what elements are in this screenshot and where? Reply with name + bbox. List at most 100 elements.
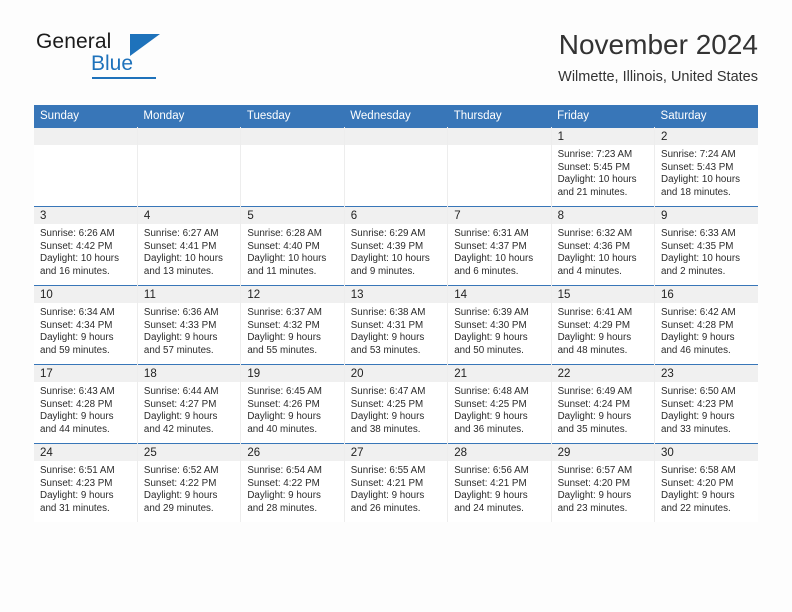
calendar-day-cell[interactable]: 16 Sunrise: 6:42 AM Sunset: 4:28 PM Dayligh… <box>654 285 758 365</box>
sunrise-text: Sunrise: 6:29 AM <box>350 228 426 239</box>
sunrise-text: Sunrise: 6:54 AM <box>247 465 322 476</box>
calendar-day-cell[interactable]: 27 Sunrise: 6:55 AM Sunset: 4:21 PM Dayligh… <box>344 443 449 522</box>
daylight-text: Daylight: 9 hours and 53 minutes. <box>350 332 425 356</box>
weekday-header-saturday: Saturday <box>654 105 758 128</box>
calendar-day-cell[interactable]: 25 Sunrise: 6:52 AM Sunset: 4:22 PM Dayligh… <box>137 443 242 522</box>
calendar-day-cell[interactable]: 7 Sunrise: 6:31 AM Sunset: 4:37 PM Daylight… <box>447 206 552 286</box>
calendar-day-cell[interactable]: 1 Sunrise: 7:23 AM Sunset: 5:45 PM Daylight… <box>551 127 656 207</box>
calendar-day-cell[interactable]: 13 Sunrise: 6:38 AM Sunset: 4:31 PM Dayligh… <box>344 285 449 365</box>
calendar-day-cell[interactable]: 24 Sunrise: 6:51 AM Sunset: 4:23 PM Dayligh… <box>34 443 138 522</box>
day-number: 8 <box>551 207 655 224</box>
calendar-day-cell[interactable]: 21 Sunrise: 6:48 AM Sunset: 4:25 PM Dayligh… <box>447 364 552 444</box>
sunset-text: Sunset: 4:32 PM <box>247 319 320 331</box>
calendar-day-cell[interactable]: 29 Sunrise: 6:57 AM Sunset: 4:20 PM Dayligh… <box>551 443 656 522</box>
logo-text-blue: Blue <box>91 52 134 75</box>
day-number: 30 <box>655 444 758 461</box>
weekday-header-tuesday: Tuesday <box>240 105 345 128</box>
day-number: 16 <box>655 286 758 303</box>
day-number: 4 <box>137 207 241 224</box>
sunrise-text: Sunrise: 6:45 AM <box>247 386 322 397</box>
day-number: 28 <box>448 444 551 461</box>
sunrise-text: Sunrise: 7:24 AM <box>661 149 736 160</box>
daylight-text: Daylight: 9 hours and 42 minutes. <box>143 411 218 435</box>
calendar-day-cell-empty <box>240 127 345 207</box>
calendar-day-cell[interactable]: 26 Sunrise: 6:54 AM Sunset: 4:22 PM Dayligh… <box>240 443 345 522</box>
day-details: Sunrise: 6:42 AM Sunset: 4:28 PM Daylight:… <box>655 303 758 357</box>
day-details: Sunrise: 7:24 AM Sunset: 5:43 PM Daylight:… <box>655 145 758 199</box>
daylight-text: Daylight: 10 hours and 2 minutes. <box>661 253 740 277</box>
day-number: 13 <box>344 286 448 303</box>
triangle-icon <box>130 34 160 56</box>
calendar-day-cell[interactable]: 8 Sunrise: 6:32 AM Sunset: 4:36 PM Daylight… <box>551 206 656 286</box>
calendar-day-cell[interactable]: 22 Sunrise: 6:49 AM Sunset: 4:24 PM Dayligh… <box>551 364 656 444</box>
sunset-text: Sunset: 4:36 PM <box>557 240 631 252</box>
day-details: Sunrise: 6:49 AM Sunset: 4:24 PM Daylight:… <box>552 382 654 436</box>
daylight-text: Daylight: 9 hours and 57 minutes. <box>143 332 218 356</box>
sunrise-text: Sunrise: 6:33 AM <box>661 228 736 239</box>
day-details: Sunrise: 6:27 AM Sunset: 4:41 PM Daylight:… <box>138 224 240 278</box>
calendar-day-cell[interactable]: 30 Sunrise: 6:58 AM Sunset: 4:20 PM Dayligh… <box>654 443 758 522</box>
day-details: Sunrise: 7:23 AM Sunset: 5:45 PM Daylight:… <box>552 145 654 199</box>
sunset-text: Sunset: 4:27 PM <box>143 398 217 410</box>
calendar-day-cell[interactable]: 11 Sunrise: 6:36 AM Sunset: 4:33 PM Dayligh… <box>137 285 242 365</box>
daylight-text: Daylight: 9 hours and 36 minutes. <box>454 411 528 435</box>
calendar-day-cell[interactable]: 2 Sunrise: 7:24 AM Sunset: 5:43 PM Daylight… <box>654 127 758 207</box>
daylight-text: Daylight: 9 hours and 31 minutes. <box>40 490 114 514</box>
day-details: Sunrise: 6:57 AM Sunset: 4:20 PM Daylight:… <box>552 461 654 515</box>
sunrise-text: Sunrise: 6:26 AM <box>40 228 115 239</box>
day-details: Sunrise: 6:48 AM Sunset: 4:25 PM Daylight:… <box>448 382 550 436</box>
daylight-text: Daylight: 9 hours and 29 minutes. <box>143 490 218 514</box>
sunset-text: Sunset: 4:31 PM <box>350 319 424 331</box>
daylight-text: Daylight: 10 hours and 18 minutes. <box>661 174 740 198</box>
day-details: Sunrise: 6:36 AM Sunset: 4:33 PM Daylight:… <box>138 303 240 357</box>
calendar-day-cell[interactable]: 23 Sunrise: 6:50 AM Sunset: 4:23 PM Dayligh… <box>654 364 758 444</box>
weekday-header-wednesday: Wednesday <box>344 105 448 128</box>
calendar-day-cell[interactable]: 18 Sunrise: 6:44 AM Sunset: 4:27 PM Dayligh… <box>137 364 242 444</box>
daylight-text: Daylight: 9 hours and 23 minutes. <box>557 490 632 514</box>
sunrise-text: Sunrise: 6:48 AM <box>454 386 529 397</box>
day-number: 20 <box>344 365 448 382</box>
calendar-day-cell[interactable]: 19 Sunrise: 6:45 AM Sunset: 4:26 PM Dayligh… <box>240 364 345 444</box>
sunset-text: Sunset: 4:21 PM <box>454 477 527 489</box>
day-details: Sunrise: 6:45 AM Sunset: 4:26 PM Daylight:… <box>241 382 343 436</box>
calendar-day-cell[interactable]: 9 Sunrise: 6:33 AM Sunset: 4:35 PM Daylight… <box>654 206 758 286</box>
logo-underline <box>92 77 156 79</box>
daylight-text: Daylight: 9 hours and 35 minutes. <box>557 411 632 435</box>
sunrise-text: Sunrise: 6:38 AM <box>350 307 426 318</box>
calendar-day-cell[interactable]: 17 Sunrise: 6:43 AM Sunset: 4:28 PM Dayligh… <box>34 364 138 444</box>
sunset-text: Sunset: 4:23 PM <box>40 477 113 489</box>
sunset-text: Sunset: 5:43 PM <box>661 161 734 173</box>
calendar-day-cell[interactable]: 28 Sunrise: 6:56 AM Sunset: 4:21 PM Dayligh… <box>447 443 552 522</box>
location-subtitle: Wilmette, Illinois, United States <box>558 69 758 85</box>
sunset-text: Sunset: 4:35 PM <box>661 240 734 252</box>
day-details: Sunrise: 6:43 AM Sunset: 4:28 PM Daylight:… <box>34 382 137 436</box>
daylight-text: Daylight: 9 hours and 28 minutes. <box>247 490 321 514</box>
day-details: Sunrise: 6:56 AM Sunset: 4:21 PM Daylight:… <box>448 461 550 515</box>
sunrise-text: Sunrise: 6:52 AM <box>143 465 219 476</box>
sunset-text: Sunset: 4:23 PM <box>661 398 734 410</box>
day-details: Sunrise: 6:26 AM Sunset: 4:42 PM Daylight:… <box>34 224 137 278</box>
calendar-day-cell[interactable]: 14 Sunrise: 6:39 AM Sunset: 4:30 PM Dayligh… <box>447 285 552 365</box>
sunset-text: Sunset: 4:42 PM <box>40 240 113 252</box>
sunrise-text: Sunrise: 6:41 AM <box>557 307 633 318</box>
calendar-day-cell[interactable]: 4 Sunrise: 6:27 AM Sunset: 4:41 PM Daylight… <box>137 206 242 286</box>
day-number: 24 <box>34 444 137 461</box>
day-number <box>137 128 241 145</box>
calendar-day-cell-empty <box>34 127 138 207</box>
calendar-day-cell[interactable]: 6 Sunrise: 6:29 AM Sunset: 4:39 PM Daylight… <box>344 206 449 286</box>
calendar-day-cell[interactable]: 20 Sunrise: 6:47 AM Sunset: 4:25 PM Dayligh… <box>344 364 449 444</box>
day-details: Sunrise: 6:52 AM Sunset: 4:22 PM Daylight:… <box>138 461 240 515</box>
sunrise-text: Sunrise: 6:55 AM <box>350 465 426 476</box>
calendar-day-cell[interactable]: 10 Sunrise: 6:34 AM Sunset: 4:34 PM Dayligh… <box>34 285 138 365</box>
calendar-day-cell[interactable]: 15 Sunrise: 6:41 AM Sunset: 4:29 PM Dayligh… <box>551 285 656 365</box>
sunrise-text: Sunrise: 7:23 AM <box>557 149 633 160</box>
general-blue-logo[interactable]: General Blue <box>34 28 264 86</box>
calendar-day-cell[interactable]: 3 Sunrise: 6:26 AM Sunset: 4:42 PM Daylight… <box>34 206 138 286</box>
daylight-text: Daylight: 9 hours and 44 minutes. <box>40 411 114 435</box>
sunset-text: Sunset: 4:20 PM <box>557 477 631 489</box>
calendar-day-cell[interactable]: 12 Sunrise: 6:37 AM Sunset: 4:32 PM Dayligh… <box>240 285 345 365</box>
calendar-day-cell[interactable]: 5 Sunrise: 6:28 AM Sunset: 4:40 PM Daylight… <box>240 206 345 286</box>
page-header: General Blue November 2024 Wilmette, Ill… <box>34 28 758 100</box>
day-number: 17 <box>34 365 137 382</box>
day-number: 29 <box>551 444 655 461</box>
